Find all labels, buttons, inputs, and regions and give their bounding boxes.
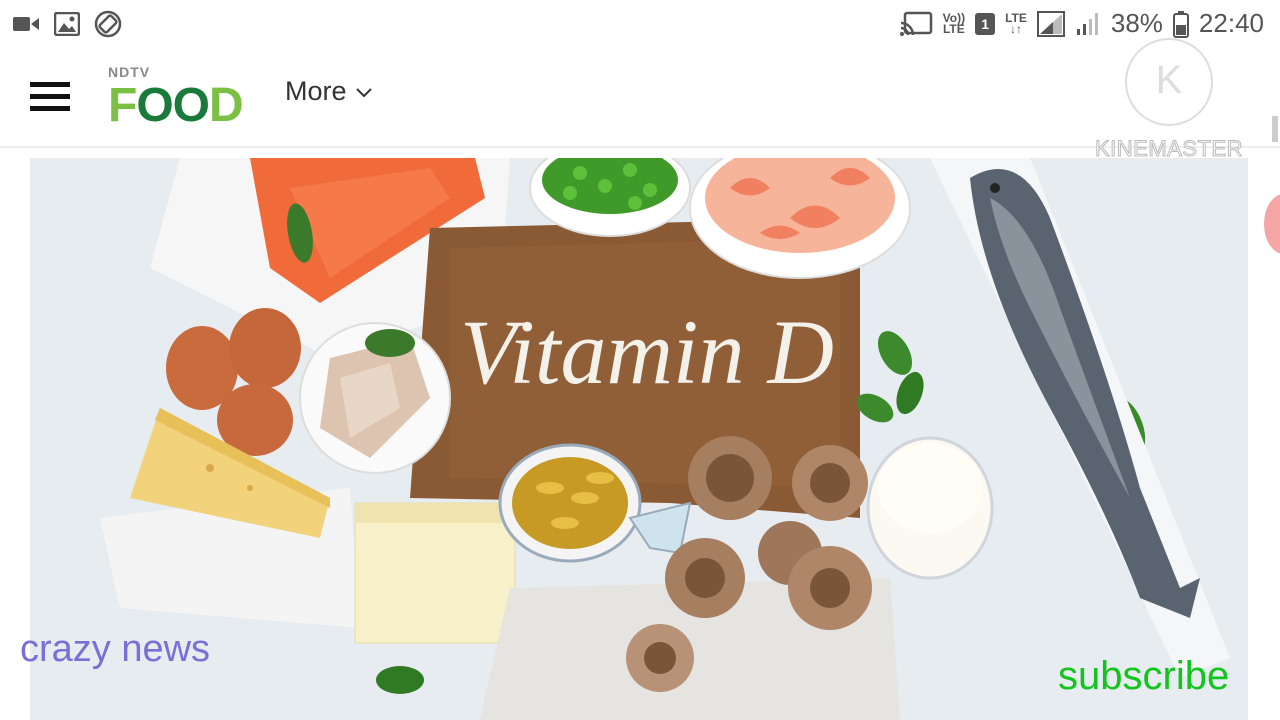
more-menu-button[interactable]: More	[285, 76, 373, 107]
watermark-text: KINEMASTER	[1094, 136, 1244, 162]
more-label: More	[285, 76, 347, 106]
status-bar: Vo)) LTE 1 LTE ↓↑ 38% 22:40	[0, 0, 1280, 48]
lte-indicator: LTE ↓↑	[1005, 10, 1027, 36]
floating-tab[interactable]	[1264, 194, 1280, 254]
hamburger-menu-icon[interactable]	[30, 82, 70, 114]
board-text: Vitamin D	[460, 301, 834, 403]
crazy-news-caption: crazy news	[20, 628, 211, 670]
status-icons-left	[12, 10, 122, 38]
signal-strength-icon	[1036, 10, 1065, 37]
vitamin-d-food-illustration: Vitamin D	[30, 158, 1248, 720]
status-icons-right: Vo)) LTE 1 LTE ↓↑ 38% 22:40	[899, 8, 1264, 39]
volte-indicator: Vo)) LTE	[942, 10, 966, 36]
chevron-down-icon	[355, 87, 372, 97]
butter-block	[354, 502, 516, 644]
subscribe-caption: subscribe	[1058, 654, 1230, 698]
scroll-indicator	[1272, 116, 1278, 142]
screen-rotation-icon	[94, 10, 122, 38]
battery-icon	[1172, 10, 1189, 38]
cast-icon	[899, 11, 932, 36]
sim-slot-badge: 1	[975, 12, 996, 35]
kinemaster-logo-icon: K	[1125, 38, 1213, 126]
egg	[229, 308, 301, 388]
logo-food-text: FOOD	[108, 79, 244, 132]
kinemaster-watermark: K KINEMASTER	[1094, 38, 1244, 162]
site-header: NDTV FOOD More	[0, 48, 1280, 148]
battery-percent: 38%	[1110, 8, 1163, 38]
ndtv-food-logo[interactable]: NDTV FOOD	[108, 64, 248, 134]
signal-bars-icon	[1076, 12, 1098, 35]
clock: 22:40	[1198, 8, 1264, 38]
video-camera-icon	[13, 17, 39, 31]
gallery-icon	[54, 12, 80, 36]
hero-image: Vitamin D	[30, 158, 1248, 720]
